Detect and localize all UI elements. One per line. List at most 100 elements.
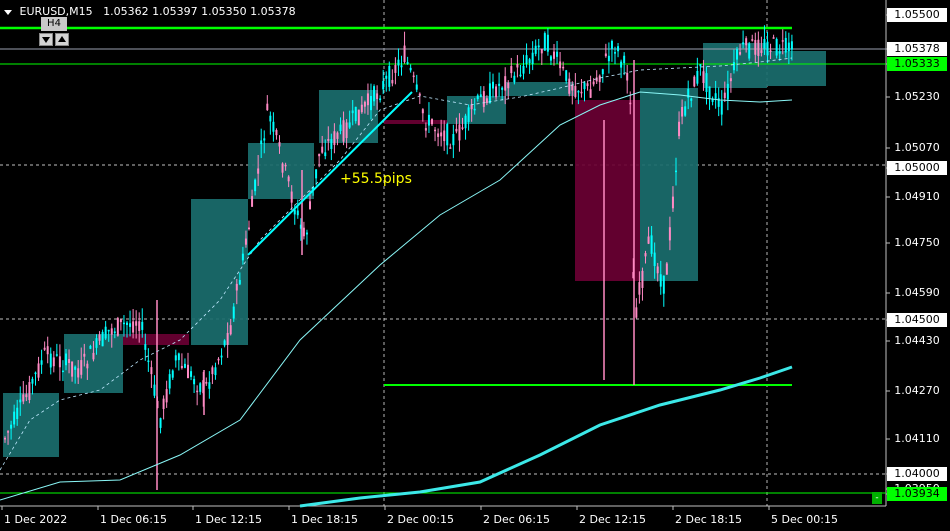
candle-body — [296, 210, 299, 216]
candle-body — [190, 371, 193, 377]
candle-body — [757, 39, 760, 56]
candle-body — [610, 40, 613, 49]
candle-body — [467, 107, 470, 122]
candle-body — [251, 196, 254, 207]
candle-body — [52, 357, 55, 367]
candle-body — [736, 49, 738, 60]
alert-marker[interactable]: - — [872, 492, 882, 504]
candle-body — [617, 46, 620, 52]
candle-body — [138, 321, 141, 332]
price-tick-label: 1.04500 — [887, 313, 947, 327]
candle-body — [412, 75, 415, 78]
candle-body — [537, 45, 540, 48]
htf-box-bull — [640, 88, 698, 281]
candle-body — [604, 53, 607, 57]
chart-menu-icon[interactable] — [4, 9, 12, 15]
candle-body — [583, 82, 586, 90]
candle-body — [513, 75, 516, 83]
candle-body — [659, 274, 662, 287]
candle-body — [244, 238, 247, 245]
price-tick-label: 1.05070 — [894, 141, 940, 154]
candle-body — [302, 227, 305, 237]
candle-body — [7, 431, 10, 433]
time-tick-label: 5 Dec 00:15 — [771, 513, 838, 526]
candle-body — [144, 344, 147, 350]
candle-body — [693, 76, 696, 87]
candle-body — [95, 338, 98, 348]
candle-body — [388, 66, 391, 87]
candle-body — [336, 132, 339, 139]
candle-body — [305, 232, 308, 235]
candle-body — [235, 283, 238, 291]
candle-body — [345, 122, 348, 139]
candle-body — [723, 92, 726, 99]
candle-body — [473, 108, 476, 111]
price-tick-label: 1.04430 — [894, 334, 940, 347]
htf-box-bull — [191, 199, 248, 345]
time-tick-label: 1 Dec 18:15 — [291, 513, 358, 526]
candle-body — [171, 370, 174, 378]
candle-body — [614, 52, 616, 54]
candle-body — [760, 50, 763, 53]
candle-body — [113, 331, 116, 334]
candle-body — [31, 378, 34, 384]
candle-body — [434, 129, 437, 132]
candle-body — [525, 55, 528, 64]
candle-body — [784, 37, 787, 53]
timeframe-label: H4 — [41, 17, 67, 31]
candle-body — [577, 90, 580, 93]
candle-body — [647, 236, 650, 244]
candle-body — [168, 374, 171, 389]
candle-body — [25, 394, 28, 398]
candle-body — [74, 366, 77, 370]
candle-body — [180, 365, 183, 369]
candle-body — [464, 115, 467, 129]
candle-body — [132, 321, 135, 333]
candle-body — [232, 306, 235, 319]
candle-body — [223, 340, 226, 346]
htf-box-bull — [447, 96, 506, 124]
candle-body — [742, 42, 745, 45]
price-tick-label: 1.04750 — [894, 236, 940, 249]
candle-body — [263, 138, 266, 141]
candle-body — [220, 355, 223, 358]
ma-slow — [299, 365, 793, 508]
candle-body — [540, 48, 543, 54]
htf-box-bull — [767, 51, 826, 86]
candle-body — [461, 127, 464, 129]
candle-body — [543, 33, 546, 51]
candle-body — [598, 75, 601, 83]
candle-body — [385, 75, 388, 79]
candle-body — [382, 81, 385, 90]
candle-body — [684, 106, 687, 116]
candle-body — [431, 119, 433, 125]
candle-body — [406, 62, 409, 64]
candle-body — [159, 418, 162, 428]
candle-body — [415, 84, 418, 90]
candle-body — [470, 104, 473, 110]
candle-body — [217, 358, 220, 361]
candle-body — [653, 252, 656, 267]
candle-body — [586, 83, 589, 87]
arrow-up-icon — [58, 36, 66, 42]
candle-body — [763, 39, 766, 49]
candle-body — [110, 328, 113, 335]
candle-body — [260, 140, 263, 145]
candle-body — [479, 94, 482, 98]
pips-annotation: +55.5pips — [340, 171, 412, 187]
htf-box-bear — [575, 100, 640, 281]
candle-body — [699, 64, 702, 67]
candle-body — [714, 93, 717, 99]
candle-body — [458, 124, 461, 141]
candle-body — [196, 390, 199, 393]
candle-body — [174, 355, 177, 361]
timeframe-up-button[interactable] — [55, 33, 69, 46]
price-chart[interactable] — [0, 0, 950, 531]
candle-body — [86, 363, 89, 369]
time-tick-label: 2 Dec 00:15 — [387, 513, 454, 526]
candle-body — [403, 45, 406, 62]
timeframe-down-button[interactable] — [39, 33, 53, 46]
candle-body — [135, 321, 138, 326]
candle-body — [440, 132, 443, 137]
candle-body — [424, 128, 427, 131]
